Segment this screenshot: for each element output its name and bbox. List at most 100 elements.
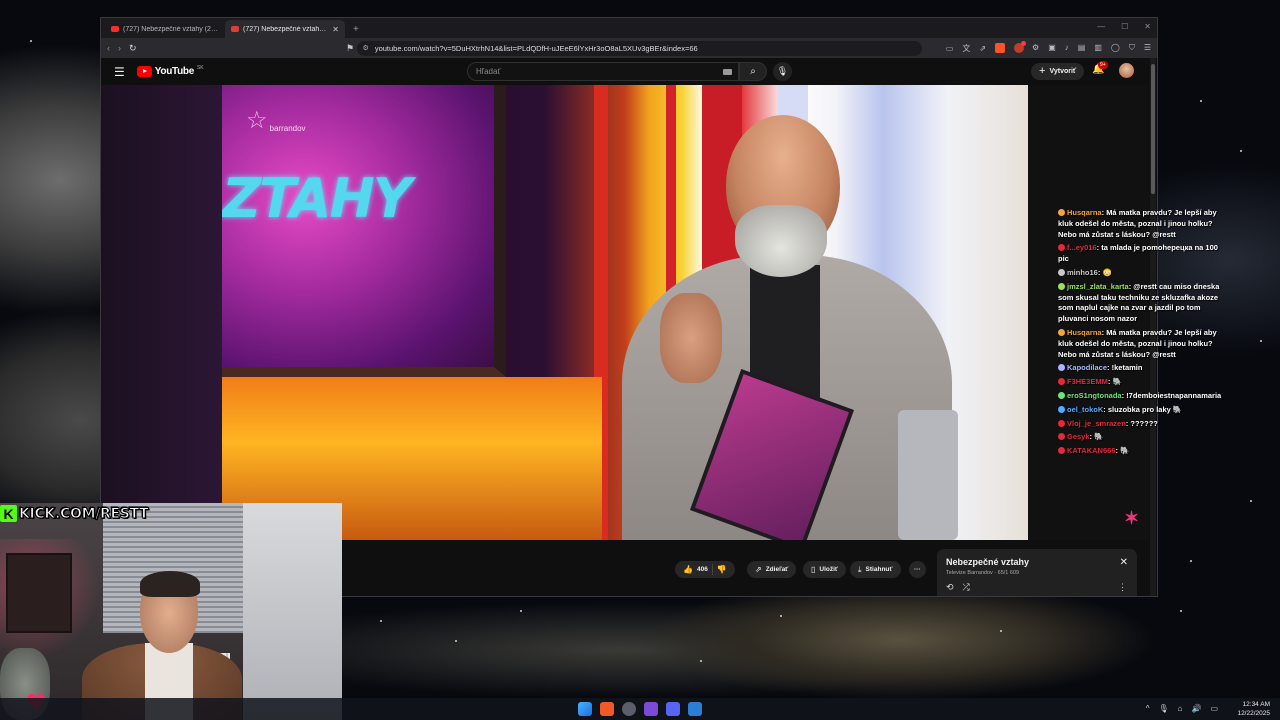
chat-username: jmzsl_zlata_karta	[1067, 281, 1129, 291]
microphone-tray-icon[interactable]: 🎙	[1158, 704, 1168, 713]
bookmark-icon[interactable]: ⚑	[346, 43, 354, 54]
chat-username: Vloj_je_smrazen	[1067, 418, 1126, 428]
extensions-icon[interactable]: ⚙	[1032, 43, 1039, 53]
search-button[interactable]: ⌕	[739, 62, 767, 81]
youtube-header: ☰ YouTube SK Hľadať ⌕ 🎙 + Vytvoriť 🔔 9+	[101, 58, 1157, 85]
battery-icon[interactable]: ▭	[1210, 704, 1218, 713]
taskbar-apps	[578, 702, 702, 716]
browser-right-tools: ⚙ ▣ ♪ ▤ ▥ ◯ ⛉ ☰	[1032, 43, 1151, 53]
chat-username: F3HE3EMM	[1067, 377, 1108, 387]
youtube-logo[interactable]: YouTube SK	[136, 65, 204, 77]
chat-message: oel_tokoK: sluzobka pro laky 🐘	[1058, 405, 1228, 416]
volume-icon[interactable]: 🔊	[1191, 704, 1201, 713]
chat-text: ??????	[1130, 418, 1158, 428]
tab-bar: (727) Nebezpečné vztahy (2025/13) (727) …	[101, 18, 1157, 38]
share-icon[interactable]: ⇗	[979, 44, 986, 53]
cast-icon[interactable]: ▭	[946, 44, 954, 53]
chat-message: Gesyk: 🐘	[1058, 432, 1228, 443]
steam-icon[interactable]	[688, 702, 702, 716]
close-tab-icon[interactable]: ✕	[332, 25, 339, 34]
account-avatar[interactable]	[1119, 63, 1134, 78]
vpn-icon[interactable]: ⛉	[1129, 43, 1135, 53]
chat-username: eroS1ngtonada	[1067, 390, 1122, 400]
presenter-beard	[735, 205, 827, 277]
playlist-panel[interactable]: Nebezpečné vztahy Televize Barrandov · 6…	[937, 549, 1137, 596]
share-label: Zdieľať	[765, 566, 789, 573]
back-icon[interactable]: ‹	[107, 43, 110, 53]
chat-text: 😳	[1102, 267, 1112, 277]
loop-icon[interactable]: ⟲	[946, 582, 954, 593]
obs-icon[interactable]	[622, 702, 636, 716]
sidebar-icon[interactable]: ▣	[1048, 43, 1056, 53]
kick-url-text: KICK.COM/RESTT	[18, 505, 149, 522]
chat-username: oel_tokoK	[1067, 404, 1104, 414]
brave-rewards-icon[interactable]	[1014, 41, 1027, 53]
keyboard-icon[interactable]	[723, 68, 732, 75]
profile-icon[interactable]: ◯	[1111, 43, 1120, 53]
reload-icon[interactable]: ↻	[129, 43, 137, 54]
presenter-hand	[660, 293, 722, 383]
chat-badge-icon	[1058, 419, 1065, 427]
address-bar[interactable]: ⚙ youtube.com/watch?v=5DuHXtrhN14&list=P…	[356, 40, 922, 56]
brave-shield-icon[interactable]	[995, 43, 1006, 53]
stream-logo-icon: ✶	[1124, 508, 1140, 528]
chat-badge-icon	[1058, 405, 1065, 413]
app-icon[interactable]	[644, 702, 658, 716]
share-arrow-icon: ⇗	[755, 565, 762, 574]
chat-message: f...ey016: ta mlada je pomohерецка na 10…	[1058, 243, 1228, 265]
maximize-icon[interactable]: ☐	[1121, 22, 1128, 31]
new-tab-button[interactable]: +	[345, 24, 367, 38]
tab-1[interactable]: (727) Nebezpečné vztahy (2025/13)	[105, 20, 225, 38]
tab-2-active[interactable]: (727) Nebezpečné vztahy (20 ✕	[225, 20, 345, 38]
brave-browser-icon[interactable]	[600, 702, 614, 716]
video-frame[interactable]: ☆ barrandov ZTAHY	[222, 85, 1028, 540]
chat-text: !7demboiestnapannamaria	[1126, 390, 1222, 400]
bookmark-save-icon: ▯	[811, 565, 816, 574]
cam-window	[243, 503, 342, 720]
playlist-more-icon[interactable]: ⋮	[1118, 582, 1127, 593]
reading-list-icon[interactable]: ▤	[1078, 43, 1086, 53]
close-playlist-icon[interactable]: ✕	[1120, 557, 1128, 568]
voice-search-button[interactable]: 🎙	[773, 62, 792, 81]
playlist-title: Nebezpečné vztahy	[946, 557, 1030, 567]
network-icon[interactable]: ⌂	[1178, 704, 1183, 713]
hamburger-menu-icon[interactable]: ☰	[114, 65, 125, 79]
save-button[interactable]: ▯ Uložiť	[803, 561, 847, 578]
like-button[interactable]: 👍 406 👎	[675, 561, 735, 578]
download-label: Stiahnuť	[865, 566, 893, 573]
chat-username: minho16	[1067, 267, 1098, 277]
video-player[interactable]: ☆ barrandov ZTAHY	[101, 85, 1028, 540]
close-window-icon[interactable]: ✕	[1144, 22, 1151, 31]
share-button[interactable]: ⇗ Zdieľať	[747, 561, 797, 578]
chat-badge-icon	[1058, 433, 1065, 441]
thumbs-down-icon[interactable]: 👎	[717, 565, 727, 574]
barrandov-logo: ☆ barrandov	[246, 109, 306, 133]
translate-icon[interactable]: 文	[962, 43, 970, 54]
browser-toolbar: ‹ › ↻ ⚑ ⚙ youtube.com/watch?v=5DuHXtrhN1…	[101, 38, 1157, 58]
scrollbar-thumb[interactable]	[1151, 64, 1155, 194]
minimize-icon[interactable]: —	[1097, 22, 1105, 31]
download-icon: ⤓	[858, 564, 862, 574]
wallet-icon[interactable]: ▥	[1094, 43, 1102, 53]
music-icon[interactable]: ♪	[1065, 43, 1069, 53]
start-menu-icon[interactable]	[578, 702, 592, 716]
menu-icon[interactable]: ☰	[1144, 43, 1151, 53]
chat-username: f...ey016	[1067, 243, 1097, 253]
download-button[interactable]: ⤓ Stiahnuť	[850, 561, 901, 578]
create-button[interactable]: + Vytvoriť	[1031, 63, 1085, 80]
chat-message: Vloj_je_smrazen: ??????	[1058, 419, 1228, 430]
playlist-controls: ⟲ ⤮	[946, 582, 970, 593]
discord-icon[interactable]	[666, 702, 680, 716]
site-settings-icon[interactable]: ⚙	[363, 44, 369, 52]
tray-arrow-icon[interactable]: ^	[1146, 704, 1150, 713]
forward-icon[interactable]: ›	[118, 43, 121, 53]
save-label: Uložiť	[819, 566, 839, 573]
chat-message: minho16: 😳	[1058, 268, 1228, 279]
chat-message: KATAKAN666: 🐘	[1058, 446, 1228, 457]
more-actions-button[interactable]: ···	[909, 561, 926, 578]
shuffle-icon[interactable]: ⤮	[963, 582, 970, 593]
more-actions-icon: ···	[914, 566, 921, 573]
chat-badge-icon	[1058, 364, 1065, 372]
system-clock[interactable]: 12:34 AM 12/22/2025	[1237, 700, 1270, 718]
search-input[interactable]: Hľadať	[467, 62, 739, 81]
